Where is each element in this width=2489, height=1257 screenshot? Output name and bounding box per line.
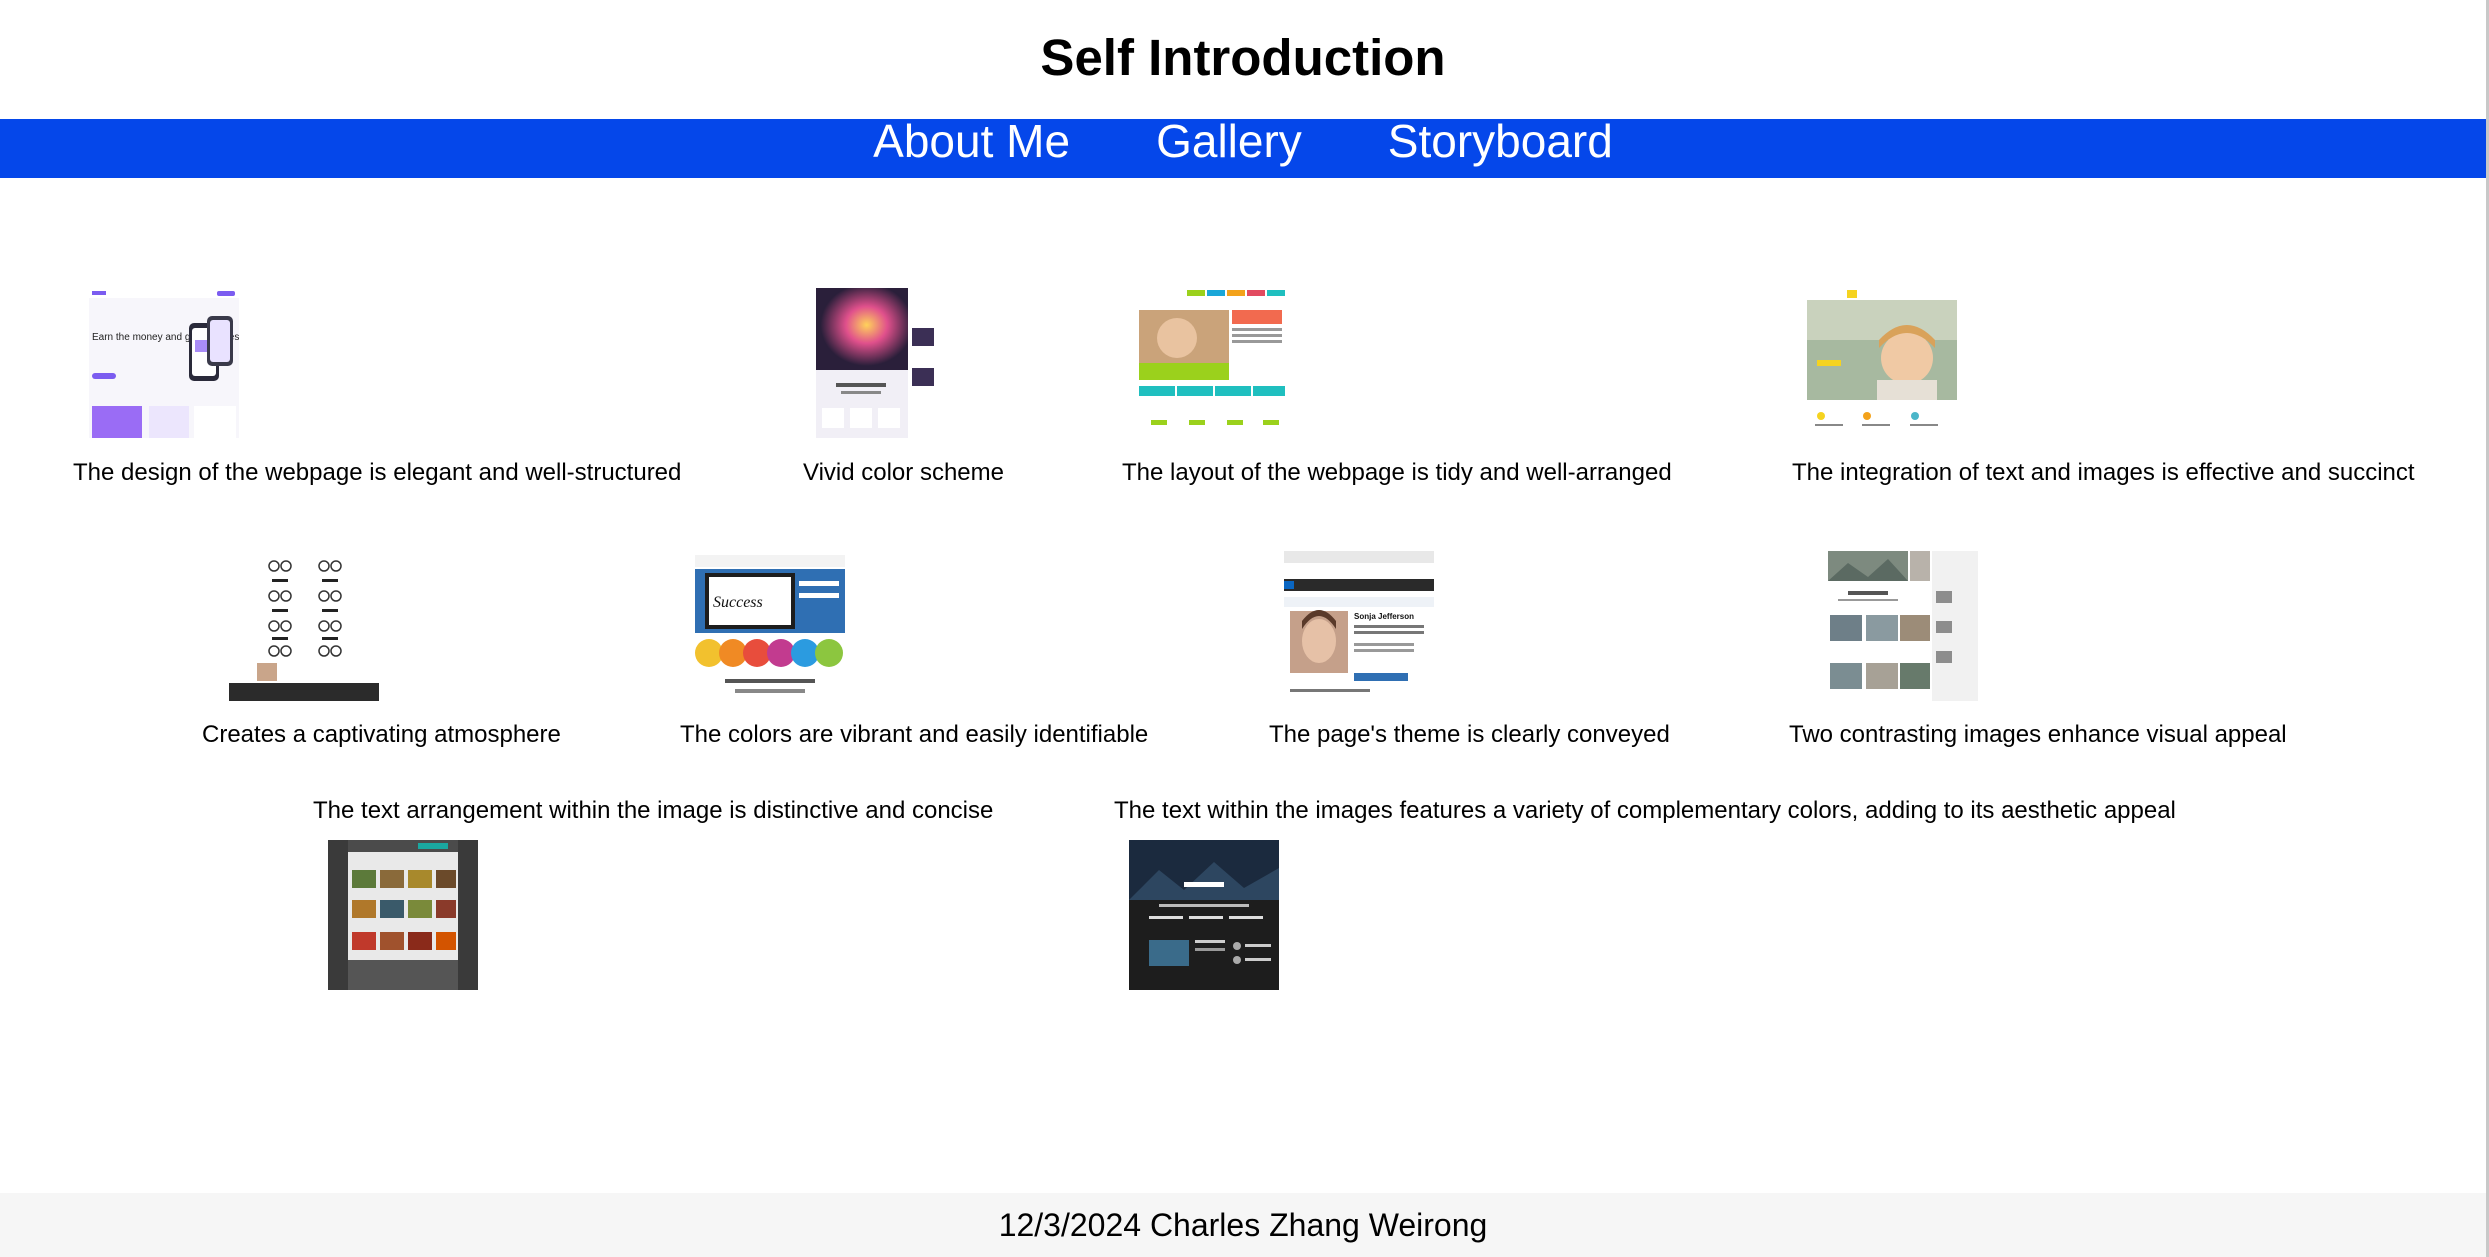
- gallery-caption: The design of the webpage is elegant and…: [73, 459, 682, 486]
- page-footer: 12/3/2024 Charles Zhang Weirong: [0, 1193, 2486, 1257]
- food-gallery-webpage-thumbnail: [328, 840, 478, 990]
- gallery-thumbnail[interactable]: Sonja Jefferson: [1284, 551, 1434, 701]
- gallery-thumbnail[interactable]: Earn the money and get bonuses!: [89, 288, 239, 438]
- thumb-script-word: Success: [713, 594, 763, 611]
- gallery-thumbnail[interactable]: [229, 551, 379, 701]
- gallery-caption: The text arrangement within the image is…: [313, 797, 994, 824]
- gallery-caption: The integration of text and images is ef…: [1792, 459, 2415, 486]
- gallery-thumbnail[interactable]: Success: [695, 551, 845, 701]
- child-portrait-webpage-thumbnail: [1807, 288, 1957, 438]
- kids-charity-webpage-thumbnail: [1137, 288, 1287, 438]
- gallery-thumbnail[interactable]: [328, 840, 478, 990]
- page-title: Self Introduction: [1040, 29, 1446, 86]
- eyewear-shop-webpage-thumbnail: [229, 551, 379, 701]
- travel-photos-webpage-thumbnail: [1828, 551, 1978, 701]
- main-nav: About Me Gallery Storyboard: [0, 118, 2486, 178]
- gallery-caption: Creates a captivating atmosphere: [202, 721, 561, 748]
- nav-link-storyboard[interactable]: Storyboard: [1388, 118, 1613, 164]
- site-header: Self Introduction: [0, 0, 2486, 119]
- gallery-caption: The layout of the webpage is tidy and we…: [1122, 459, 1672, 486]
- nav-link-about-me[interactable]: About Me: [873, 118, 1070, 164]
- gallery-caption: The text within the images features a va…: [1114, 797, 2176, 824]
- footer-text: 12/3/2024 Charles Zhang Weirong: [998, 1207, 1488, 1243]
- dark-theme-webpage-thumbnail: [1129, 840, 1279, 990]
- thumb-profile-name: Sonja Jefferson: [1354, 612, 1414, 621]
- gallery-thumbnail[interactable]: [816, 288, 966, 438]
- gallery-thumbnail[interactable]: [1129, 840, 1279, 990]
- finance-app-webpage-thumbnail: Earn the money and get bonuses!: [89, 288, 239, 438]
- gallery-thumbnail[interactable]: [1807, 288, 1957, 438]
- gallery-thumbnail[interactable]: [1137, 288, 1287, 438]
- nav-link-gallery[interactable]: Gallery: [1156, 118, 1302, 164]
- gallery-caption: Two contrasting images enhance visual ap…: [1789, 721, 2287, 748]
- gallery-caption: Vivid color scheme: [803, 459, 1004, 486]
- gallery-caption: The page's theme is clearly conveyed: [1269, 721, 1670, 748]
- success-colorful-webpage-thumbnail: Success: [695, 551, 845, 701]
- gradient-webpage-thumbnail: [816, 288, 966, 438]
- gallery-thumbnail[interactable]: [1828, 551, 1978, 701]
- gallery-caption: The colors are vibrant and easily identi…: [680, 721, 1149, 748]
- profile-page-thumbnail: Sonja Jefferson: [1284, 551, 1434, 701]
